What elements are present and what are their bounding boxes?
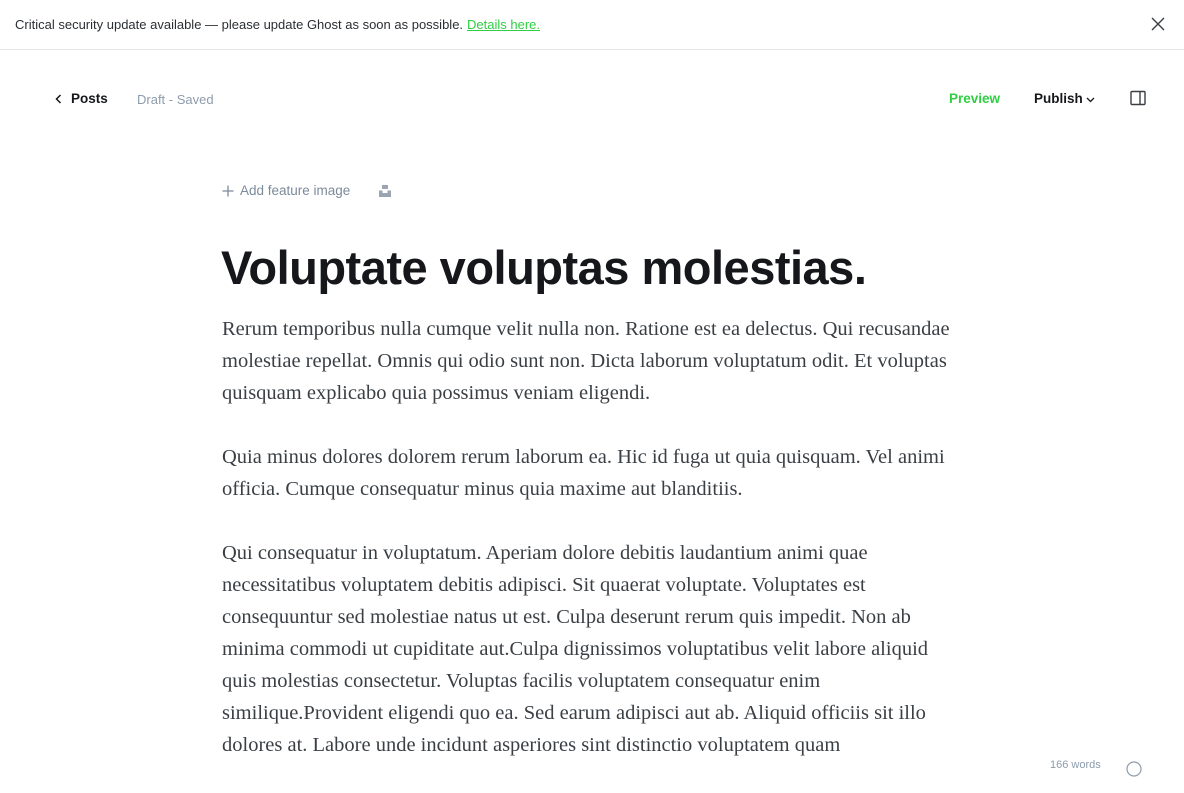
- security-banner: Critical security update available — ple…: [0, 0, 1184, 50]
- chevron-left-icon: [55, 93, 62, 104]
- banner-message: Critical security update available — ple…: [15, 17, 464, 32]
- preview-button[interactable]: Preview: [949, 91, 1000, 106]
- post-status: Draft - Saved: [137, 92, 214, 107]
- banner-details-link[interactable]: Details here.: [467, 17, 540, 32]
- chevron-down-icon: [1086, 97, 1095, 102]
- back-label: Posts: [71, 91, 108, 106]
- editor-topbar: Posts Draft - Saved Preview Publish: [0, 50, 1184, 148]
- help-icon[interactable]: [1126, 761, 1142, 777]
- back-to-posts-button[interactable]: Posts: [55, 91, 108, 106]
- plus-icon: [222, 185, 234, 196]
- sidebar-panel-icon[interactable]: [1130, 90, 1146, 106]
- body-paragraph: Qui consequatur in voluptatum. Aperiam d…: [222, 542, 929, 756]
- body-paragraph: Quia minus dolores dolorem rerum laborum…: [222, 446, 945, 500]
- add-feature-image-button[interactable]: Add feature image: [222, 183, 350, 198]
- word-count: 166 words: [1050, 759, 1101, 771]
- publish-button[interactable]: Publish: [1034, 91, 1095, 106]
- publish-label: Publish: [1034, 91, 1083, 106]
- post-title[interactable]: Voluptate voluptas molestias.: [221, 238, 981, 298]
- add-feature-image-label: Add feature image: [240, 183, 351, 198]
- post-body[interactable]: Rerum temporibus nulla cumque velit null…: [222, 313, 962, 793]
- unsplash-icon[interactable]: [378, 184, 392, 198]
- body-paragraph: Rerum temporibus nulla cumque velit null…: [222, 318, 950, 404]
- close-icon[interactable]: [1150, 16, 1166, 32]
